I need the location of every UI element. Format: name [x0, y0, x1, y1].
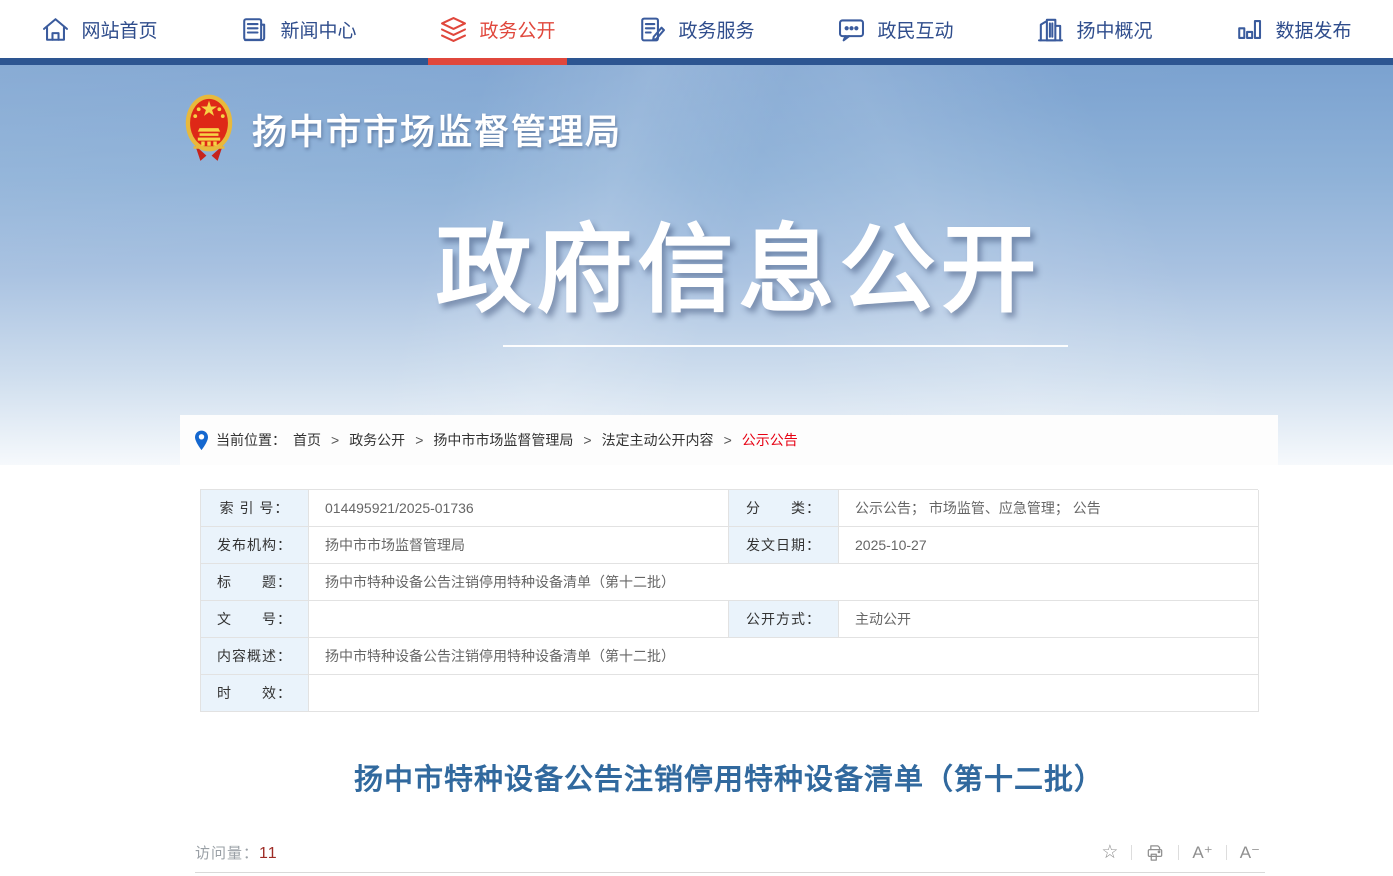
nav-item-label: 数据发布 — [1275, 16, 1351, 43]
banner-heading: 政府信息公开 — [436, 192, 1042, 331]
font-increase-button[interactable]: A⁺ — [1192, 843, 1212, 863]
breadcrumb-separator: > — [721, 432, 735, 448]
nav-item-label: 新闻中心 — [280, 16, 356, 43]
nav-item-gov-services[interactable]: 政务服务 — [597, 15, 796, 44]
banner: 扬中市市场监督管理局 政府信息公开 当前位置： 首页 > 政务公开 > 扬中市市场… — [0, 65, 1393, 465]
nav-item-label: 政务服务 — [678, 16, 754, 43]
home-icon — [41, 15, 70, 44]
visits-label: 访问量： — [195, 845, 259, 862]
nav-item-label: 政民互动 — [877, 16, 953, 43]
toolbar-divider — [1226, 845, 1227, 860]
article-title: 扬中市特种设备公告注销停用特种设备清单（第十二批） — [180, 756, 1278, 798]
breadcrumb-item-statutory-content[interactable]: 法定主动公开内容 — [602, 430, 714, 450]
article-stats-row: 访问量：11 ☆ A⁺ A⁻ — [195, 842, 1260, 863]
meta-title-label: 标 题： — [201, 564, 309, 601]
document-edit-icon — [638, 15, 667, 44]
nav-item-label: 政务公开 — [479, 16, 555, 43]
meta-index-value: 014495921/2025-01736 — [309, 490, 729, 527]
toolbar-divider — [1131, 845, 1132, 860]
meta-summary-label: 内容概述： — [201, 638, 309, 675]
visit-counter: 访问量：11 — [195, 842, 278, 863]
breadcrumb-separator: > — [580, 432, 594, 448]
meta-method-label: 公开方式： — [729, 601, 839, 638]
document-meta-table: 索 引 号： 014495921/2025-01736 分 类： 公示公告； 市… — [200, 489, 1258, 712]
breadcrumb-prefix: 当前位置： — [216, 430, 286, 450]
chat-bubble-icon — [837, 15, 866, 44]
nav-item-interaction[interactable]: 政民互动 — [796, 15, 995, 44]
print-icon[interactable] — [1145, 843, 1165, 863]
nav-item-label: 扬中概况 — [1076, 16, 1152, 43]
agency-header: 扬中市市场监督管理局 — [0, 65, 1393, 166]
bar-chart-icon — [1235, 15, 1264, 44]
nav-item-home[interactable]: 网站首页 — [0, 15, 199, 44]
news-icon — [240, 15, 269, 44]
breadcrumb-item-agency[interactable]: 扬中市市场监督管理局 — [433, 430, 573, 450]
location-pin-icon — [194, 430, 209, 451]
meta-agency-value: 扬中市市场监督管理局 — [309, 527, 729, 564]
breadcrumb-separator: > — [412, 432, 426, 448]
meta-category-value: 公示公告； 市场监管、应急管理； 公告 — [839, 490, 1259, 527]
banner-heading-underline — [503, 345, 1068, 347]
top-navigation: 网站首页 新闻中心 政务公开 政务服务 政民互动 扬中概况 数据发布 — [0, 0, 1393, 58]
font-decrease-button[interactable]: A⁻ — [1240, 843, 1260, 863]
toolbar-divider — [1178, 845, 1179, 860]
breadcrumb: 当前位置： 首页 > 政务公开 > 扬中市市场监督管理局 > 法定主动公开内容 >… — [180, 415, 1278, 465]
nav-item-data-release[interactable]: 数据发布 — [1194, 15, 1393, 44]
meta-category-label: 分 类： — [729, 490, 839, 527]
content-divider — [195, 872, 1265, 873]
meta-method-value: 主动公开 — [839, 601, 1259, 638]
agency-title: 扬中市市场监督管理局 — [252, 104, 622, 155]
meta-date-label: 发文日期： — [729, 527, 839, 564]
breadcrumb-separator: > — [328, 432, 342, 448]
nav-item-overview[interactable]: 扬中概况 — [995, 15, 1194, 44]
meta-validity-label: 时 效： — [201, 675, 309, 712]
nav-item-news[interactable]: 新闻中心 — [199, 15, 398, 44]
nav-active-indicator — [398, 58, 597, 65]
meta-validity-value — [309, 675, 1259, 712]
breadcrumb-item-home[interactable]: 首页 — [293, 430, 321, 450]
meta-summary-value: 扬中市特种设备公告注销停用特种设备清单（第十二批） — [309, 638, 1259, 675]
visits-count: 11 — [259, 845, 278, 862]
meta-date-value: 2025-10-27 — [839, 527, 1259, 564]
banner-heading-block: 政府信息公开 — [436, 192, 1042, 347]
article-toolbar: ☆ A⁺ A⁻ — [1101, 843, 1260, 863]
meta-title-value: 扬中市特种设备公告注销停用特种设备清单（第十二批） — [309, 564, 1259, 601]
layers-icon — [439, 15, 468, 44]
breadcrumb-item-gov-disclosure[interactable]: 政务公开 — [349, 430, 405, 450]
national-emblem-icon — [183, 92, 235, 166]
meta-docnum-label: 文 号： — [201, 601, 309, 638]
nav-item-gov-disclosure[interactable]: 政务公开 — [398, 15, 597, 44]
meta-agency-label: 发布机构： — [201, 527, 309, 564]
main-content: 索 引 号： 014495921/2025-01736 分 类： 公示公告； 市… — [180, 489, 1278, 873]
meta-index-label: 索 引 号： — [201, 490, 309, 527]
favorite-star-icon[interactable]: ☆ — [1101, 843, 1118, 862]
breadcrumb-item-announcements[interactable]: 公示公告 — [742, 430, 798, 450]
nav-item-label: 网站首页 — [81, 16, 157, 43]
buildings-icon — [1036, 15, 1065, 44]
meta-docnum-value — [309, 601, 729, 638]
nav-underline-strip — [0, 58, 1393, 65]
